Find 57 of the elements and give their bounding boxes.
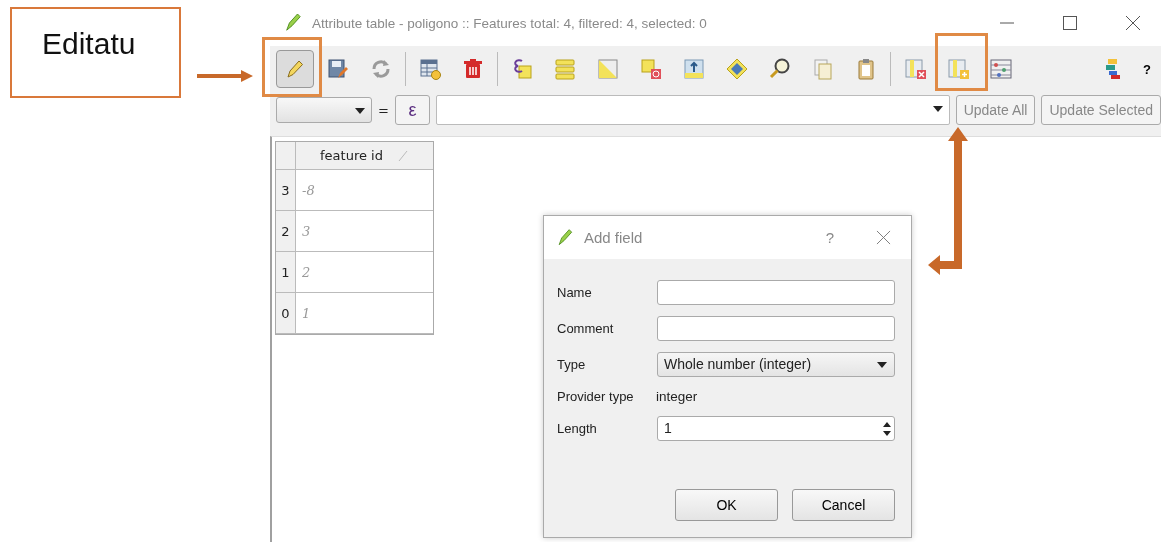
window-title: Attribute table - poligono :: Features total: 4, filtered: 4, selected: 0 [312,15,708,31]
close-icon[interactable] [876,230,891,245]
abacus-icon [989,57,1013,81]
pencil-icon [556,227,574,248]
input-field[interactable] [657,279,895,305]
column-title: feature id [320,148,383,163]
highlight-box [262,37,322,97]
sort-icon [396,149,409,162]
field-label: Length [557,420,598,436]
pencil-icon [284,12,302,34]
highlight-box [935,33,988,91]
dialog-button[interactable]: OK [675,489,778,521]
help-button[interactable]: ? [825,229,834,246]
delete-column-icon [903,57,927,81]
column-header[interactable]: feature id [296,142,433,170]
row-header[interactable]: 2 [276,211,296,252]
table-cell: -8 [296,170,433,211]
move-top-icon [682,57,706,81]
row-header[interactable]: 3 [276,170,296,211]
caret-icon [355,108,365,114]
trash-icon [461,57,485,81]
caret-icon [877,361,887,368]
dialog-button[interactable]: Cancel [792,489,895,521]
table-cell: 2 [296,252,433,293]
copy-icon [811,57,835,81]
input-field[interactable] [657,315,895,341]
expression-button[interactable]: ε [394,95,430,125]
invert-icon [596,57,620,81]
type-dropdown[interactable]: Whole number (integer) [657,351,895,377]
arrow [197,70,253,82]
length-spinbox[interactable]: 1 [657,415,895,441]
close-icon[interactable] [1125,15,1141,31]
operator-label: = [378,102,389,118]
table-icon [418,57,442,81]
deselect-icon [639,57,663,81]
caret-icon [932,106,943,112]
dialog-title: Add field [584,229,644,246]
save-icon [326,57,350,81]
help-button[interactable]: ? [1137,50,1157,88]
field-label: Provider type [557,388,635,404]
table-cell: 3 [296,211,433,252]
add-column-icon [946,57,970,81]
layers-icon [553,57,577,81]
row-header[interactable]: 0 [276,293,296,334]
zoom-icon [768,57,792,81]
field-label: Type [557,356,587,372]
field-combo[interactable] [276,97,372,123]
field-label: Comment [557,320,615,336]
diamond-icon [725,57,749,81]
corner-cell [276,142,296,170]
expression-field[interactable] [435,95,950,125]
annotation-label: Editatu [10,7,181,98]
maximize-icon[interactable] [1062,15,1078,31]
provider-type-value: integer [656,388,698,404]
field-label: Name [557,284,593,300]
row-header[interactable]: 1 [276,252,296,293]
table-cell: 1 [296,293,433,334]
